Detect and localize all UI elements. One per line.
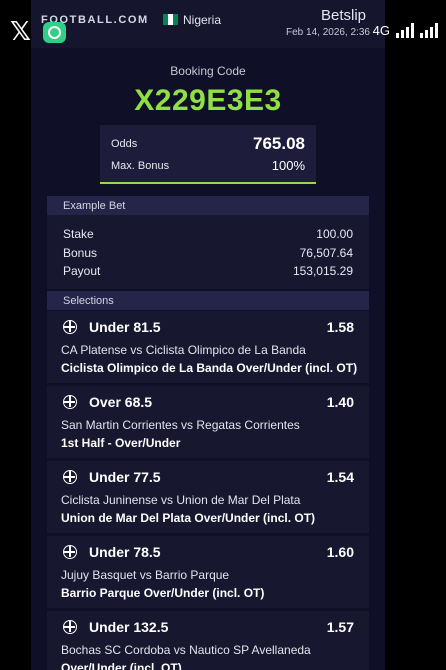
x-app-icon: 𝕏 (10, 17, 31, 47)
country-label: Nigeria (183, 13, 222, 27)
selection-item[interactable]: Under 81.5 1.58 CA Platense vs Ciclista … (47, 311, 369, 384)
booking-code[interactable]: X229E3E3 (31, 84, 385, 118)
selection-item[interactable]: Under 77.5 1.54 Ciclista Juninense vs Un… (47, 461, 369, 534)
basketball-icon (63, 545, 77, 559)
selection-pick: Under 132.5 (89, 619, 169, 635)
selection-odds: 1.54 (326, 469, 354, 485)
odds-value: 765.08 (253, 134, 305, 153)
whatsapp-icon (43, 22, 66, 43)
selection-market: Barrio Parque Over/Under (incl. OT) (61, 586, 265, 600)
max-bonus-label: Max. Bonus (111, 160, 170, 172)
selection-match: CA Platense vs Ciclista Olimpico de La B… (61, 343, 306, 357)
betslip-title: Betslip (321, 7, 367, 24)
selection-odds: 1.58 (326, 319, 354, 335)
betslip-card: FOOTBALL.COM Nigeria Betslip Feb 14, 202… (31, 0, 385, 670)
booking-code-label: Booking Code (170, 64, 246, 78)
odds-label: Odds (111, 138, 138, 150)
selection-match: Bochas SC Cordoba vs Nautico SP Avellane… (61, 643, 311, 657)
example-row-bonus: Bonus 76,507.64 (63, 246, 353, 264)
selections-header: Selections (47, 291, 369, 310)
selection-pick: Under 81.5 (89, 319, 161, 335)
selection-pick: Under 78.5 (89, 544, 161, 560)
example-row-payout: Payout 153,015.29 (63, 264, 353, 282)
row-value: 153,015.29 (292, 264, 353, 278)
row-label: Bonus (63, 246, 98, 260)
selection-match: San Martin Corrientes vs Regatas Corrien… (61, 418, 300, 432)
signal-bars-icon (396, 22, 414, 38)
nigeria-flag-icon (163, 14, 178, 25)
max-bonus-value: 100% (271, 158, 305, 173)
selection-match: Ciclista Juninense vs Union de Mar Del P… (61, 493, 301, 507)
basketball-icon (63, 320, 77, 334)
selection-pick: Under 77.5 (89, 469, 161, 485)
selection-odds: 1.40 (326, 394, 354, 410)
example-bet-header: Example Bet (47, 196, 369, 215)
network-type: 4G (372, 22, 390, 38)
site-header: FOOTBALL.COM Nigeria Betslip Feb 14, 202… (31, 0, 385, 48)
selection-market: Union de Mar Del Plata Over/Under (incl.… (61, 511, 316, 525)
selection-odds: 1.60 (326, 544, 354, 560)
selection-item[interactable]: Over 68.5 1.40 San Martin Corrientes vs … (47, 386, 369, 459)
betslip-date: Feb 14, 2026, 2:36 (286, 27, 370, 38)
signal-bars-icon (420, 22, 438, 38)
selection-market: Ciclista Olimpico de La Banda Over/Under… (61, 361, 358, 375)
row-label: Payout (63, 264, 101, 278)
selection-item[interactable]: Under 132.5 1.57 Bochas SC Cordoba vs Na… (47, 611, 369, 670)
status-bar-right: 4G (373, 22, 438, 38)
row-value: 100.00 (316, 227, 353, 241)
odds-summary: Odds 765.08 Max. Bonus 100% (100, 125, 316, 184)
selection-match: Jujuy Basquet vs Barrio Parque (61, 568, 230, 582)
selection-market: 1st Half - Over/Under (61, 436, 181, 450)
basketball-icon (63, 395, 77, 409)
basketball-icon (63, 470, 77, 484)
selection-market: Over/Under (incl. OT) (61, 661, 182, 670)
example-bet-panel: Stake 100.00 Bonus 76,507.64 Payout 153,… (47, 215, 369, 289)
row-value: 76,507.64 (299, 246, 353, 260)
basketball-icon (63, 620, 77, 634)
example-row-stake: Stake 100.00 (63, 227, 353, 245)
selection-item[interactable]: Under 78.5 1.60 Jujuy Basquet vs Barrio … (47, 536, 369, 609)
row-label: Stake (63, 227, 94, 241)
selection-pick: Over 68.5 (89, 394, 153, 410)
selection-odds: 1.57 (326, 619, 354, 635)
